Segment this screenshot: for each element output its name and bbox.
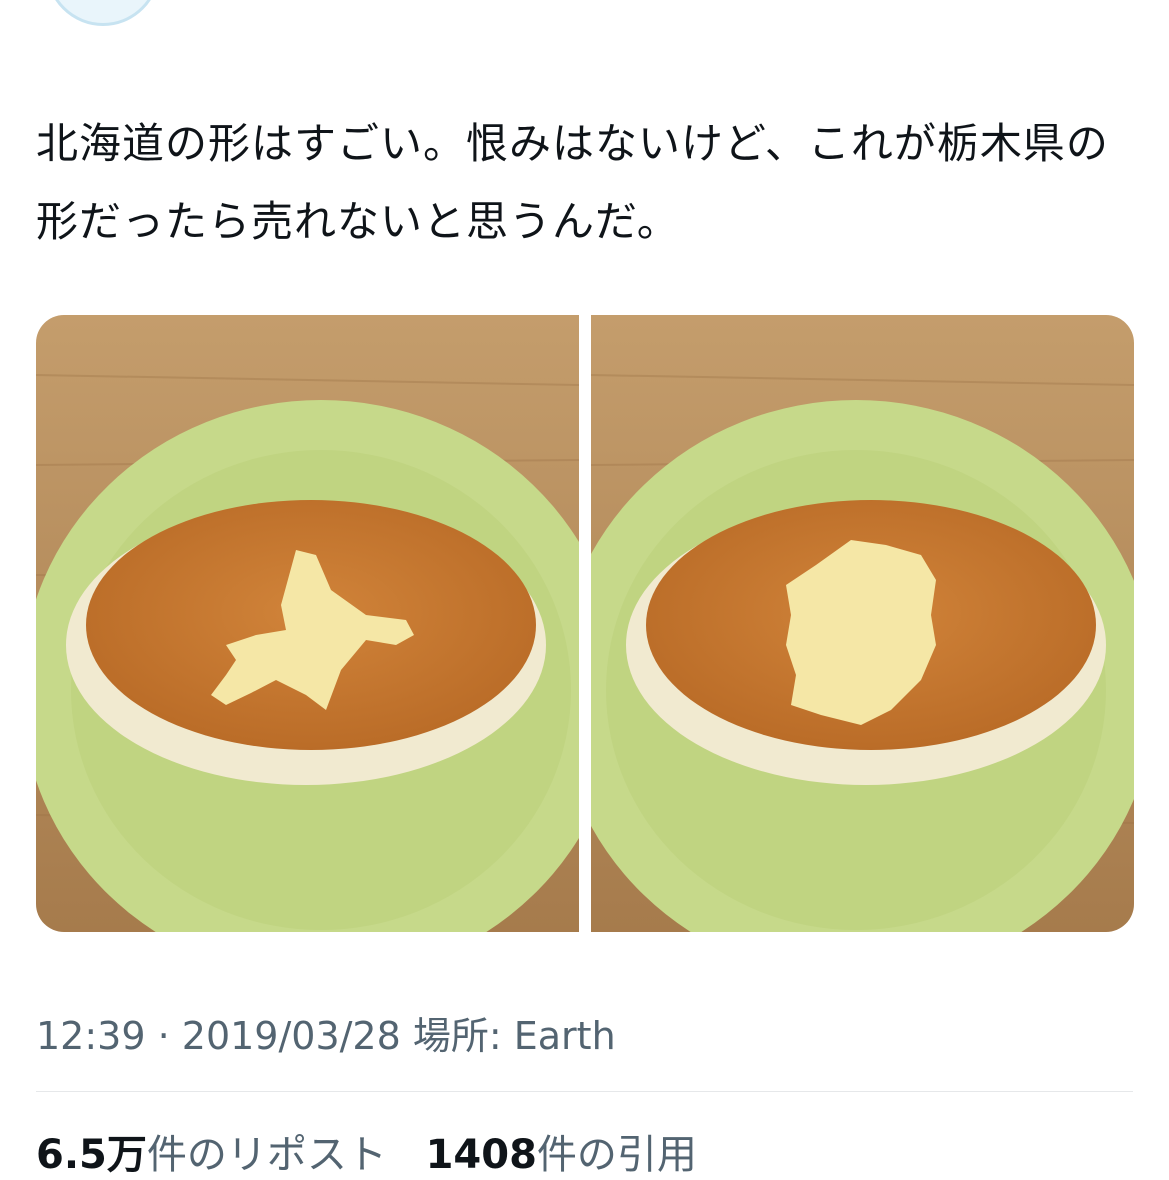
meta-separator: · <box>145 1014 182 1058</box>
tweet-location[interactable]: Earth <box>514 1014 616 1058</box>
reposts-label: 件のリポスト <box>146 1132 387 1178</box>
reposts-stat[interactable]: 6.5万件のリポスト <box>36 1132 387 1178</box>
tweet-date[interactable]: 2019/03/28 <box>182 1014 401 1058</box>
tweet-meta: 12:39 · 2019/03/28 場所: Earth <box>36 1005 616 1060</box>
tweet-media <box>36 315 1134 932</box>
photo-cake-hokkaido-icon <box>36 315 579 932</box>
tweet-time[interactable]: 12:39 <box>36 1014 146 1058</box>
quotes-count: 1408 <box>425 1132 537 1178</box>
avatar[interactable] <box>46 0 160 26</box>
quotes-label: 件の引用 <box>536 1132 697 1178</box>
tweet-text: 北海道の形はすごい。恨みはないけど、これが栃木県の形だったら売れないと思うんだ。 <box>36 119 1109 246</box>
photo-tochigi[interactable] <box>591 315 1134 932</box>
reposts-count: 6.5万 <box>36 1132 147 1178</box>
quotes-stat[interactable]: 1408件の引用 <box>426 1132 697 1178</box>
photo-hokkaido[interactable] <box>36 315 579 932</box>
location-label: 場所: <box>400 1014 514 1058</box>
tweet-stats: 6.5万件のリポスト 1408件の引用 <box>36 1122 697 1180</box>
divider <box>36 1091 1133 1092</box>
photo-cake-tochigi-icon <box>591 315 1134 932</box>
